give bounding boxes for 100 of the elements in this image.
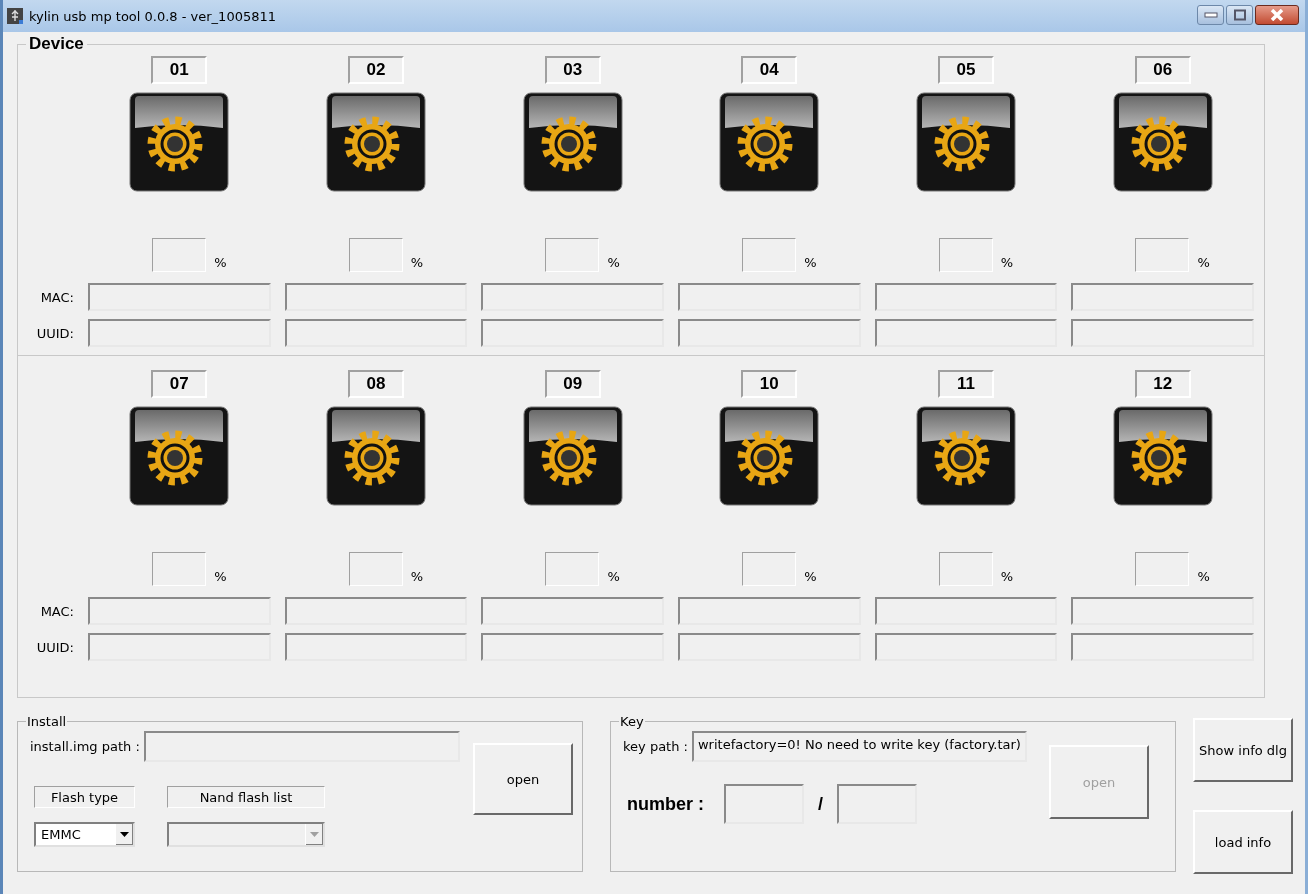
gear-tile-icon xyxy=(129,406,230,506)
separator-slash: / xyxy=(818,793,824,815)
mac-field[interactable] xyxy=(88,283,271,311)
slot-number: 08 xyxy=(348,370,404,398)
mac-field[interactable] xyxy=(678,597,861,625)
percent-unit: % xyxy=(804,255,817,270)
percent-field[interactable] xyxy=(938,238,993,272)
slot-number: 03 xyxy=(544,56,601,84)
number-field[interactable] xyxy=(724,784,804,824)
uuid-field[interactable] xyxy=(1071,319,1254,347)
flash-type-dropdown[interactable]: EMMC xyxy=(34,822,135,847)
key-path-label: key path : xyxy=(623,739,688,754)
maximize-icon xyxy=(1232,9,1247,21)
uuid-field[interactable] xyxy=(284,319,468,347)
uuid-field[interactable] xyxy=(874,319,1058,347)
total-field[interactable] xyxy=(837,784,918,824)
percent-unit: % xyxy=(804,569,817,584)
key-path-field[interactable]: writefactory=0! No need to write key (factory.tar) xyxy=(691,731,1027,762)
install-path-field[interactable] xyxy=(143,731,460,762)
percent-field[interactable] xyxy=(938,552,993,586)
mac-field[interactable] xyxy=(874,597,1058,625)
percent-unit: % xyxy=(1000,569,1014,584)
close-button[interactable] xyxy=(1255,5,1299,25)
usb-app-icon xyxy=(6,7,24,25)
action-button[interactable]: Show info dlg xyxy=(1193,718,1293,782)
uuid-field[interactable] xyxy=(88,633,271,661)
slot-number: 12 xyxy=(1134,370,1191,398)
uuid-field[interactable] xyxy=(284,633,468,661)
percent-unit: % xyxy=(607,569,620,584)
mac-field[interactable] xyxy=(874,283,1058,311)
slot-number: 06 xyxy=(1134,56,1191,84)
mac-label: MAC: xyxy=(39,603,74,619)
uuid-field[interactable] xyxy=(481,319,664,347)
percent-field[interactable] xyxy=(152,238,207,272)
percent-unit: % xyxy=(410,569,424,584)
caret-icon xyxy=(120,832,129,837)
percent-field[interactable] xyxy=(742,552,797,586)
percent-field[interactable] xyxy=(545,552,600,586)
slot-number: 10 xyxy=(741,370,798,398)
mac-field[interactable] xyxy=(284,283,468,311)
percent-unit: % xyxy=(1000,255,1014,270)
slot-number: 04 xyxy=(741,56,798,84)
mac-label: MAC: xyxy=(39,289,74,305)
minimize-button[interactable] xyxy=(1197,5,1224,25)
caret-icon xyxy=(310,832,319,837)
percent-unit: % xyxy=(214,569,227,584)
gear-tile-icon xyxy=(916,92,1016,192)
nand-flash-list-label: Nand flash list xyxy=(167,786,325,808)
gear-tile-icon xyxy=(522,406,623,506)
slot-number: 02 xyxy=(348,56,404,84)
percent-field[interactable] xyxy=(152,552,207,586)
mac-field[interactable] xyxy=(678,283,861,311)
mac-field[interactable] xyxy=(1071,597,1254,625)
percent-field[interactable] xyxy=(545,238,600,272)
percent-field[interactable] xyxy=(742,238,797,272)
group-title: Device xyxy=(28,34,85,54)
close-icon xyxy=(1269,9,1285,21)
slot-number: 07 xyxy=(151,370,208,398)
group-title: Install xyxy=(26,714,68,729)
slot-number: 05 xyxy=(938,56,994,84)
open-button[interactable]: open xyxy=(473,743,573,815)
gear-tile-icon xyxy=(522,92,623,192)
mac-field[interactable] xyxy=(481,597,664,625)
gear-tile-icon xyxy=(326,92,426,192)
percent-field[interactable] xyxy=(1135,238,1190,272)
group-title: Key xyxy=(619,714,645,729)
gear-tile-icon xyxy=(916,406,1016,506)
action-button[interactable]: load info xyxy=(1193,810,1293,874)
number-label: number : xyxy=(627,793,704,815)
percent-field[interactable] xyxy=(348,238,403,272)
percent-unit: % xyxy=(1197,569,1210,584)
mac-field[interactable] xyxy=(284,597,468,625)
uuid-field[interactable] xyxy=(88,319,271,347)
uuid-field[interactable] xyxy=(678,633,861,661)
mac-field[interactable] xyxy=(88,597,271,625)
uuid-field[interactable] xyxy=(481,633,664,661)
percent-unit: % xyxy=(214,255,227,270)
window-title: kylin usb mp tool 0.0.8 - ver_1005811 xyxy=(29,8,277,24)
gear-tile-icon xyxy=(719,92,820,192)
install-path-label: install.img path : xyxy=(30,739,140,754)
uuid-field[interactable] xyxy=(678,319,861,347)
minimize-icon xyxy=(1203,12,1218,18)
percent-field[interactable] xyxy=(348,552,403,586)
gear-tile-icon xyxy=(129,92,230,192)
gear-tile-icon xyxy=(326,406,426,506)
slot-number: 01 xyxy=(151,56,208,84)
flash-type-label: Flash type xyxy=(34,786,135,808)
uuid-label: UUID: xyxy=(35,639,74,655)
uuid-field[interactable] xyxy=(1071,633,1254,661)
percent-unit: % xyxy=(607,255,620,270)
maximize-button[interactable] xyxy=(1226,5,1253,25)
percent-unit: % xyxy=(410,255,424,270)
slot-number: 11 xyxy=(938,370,994,398)
gear-tile-icon xyxy=(1112,92,1213,192)
mac-field[interactable] xyxy=(481,283,664,311)
mac-field[interactable] xyxy=(1071,283,1254,311)
uuid-field[interactable] xyxy=(874,633,1058,661)
gear-tile-icon xyxy=(719,406,820,506)
percent-unit: % xyxy=(1197,255,1210,270)
percent-field[interactable] xyxy=(1135,552,1190,586)
